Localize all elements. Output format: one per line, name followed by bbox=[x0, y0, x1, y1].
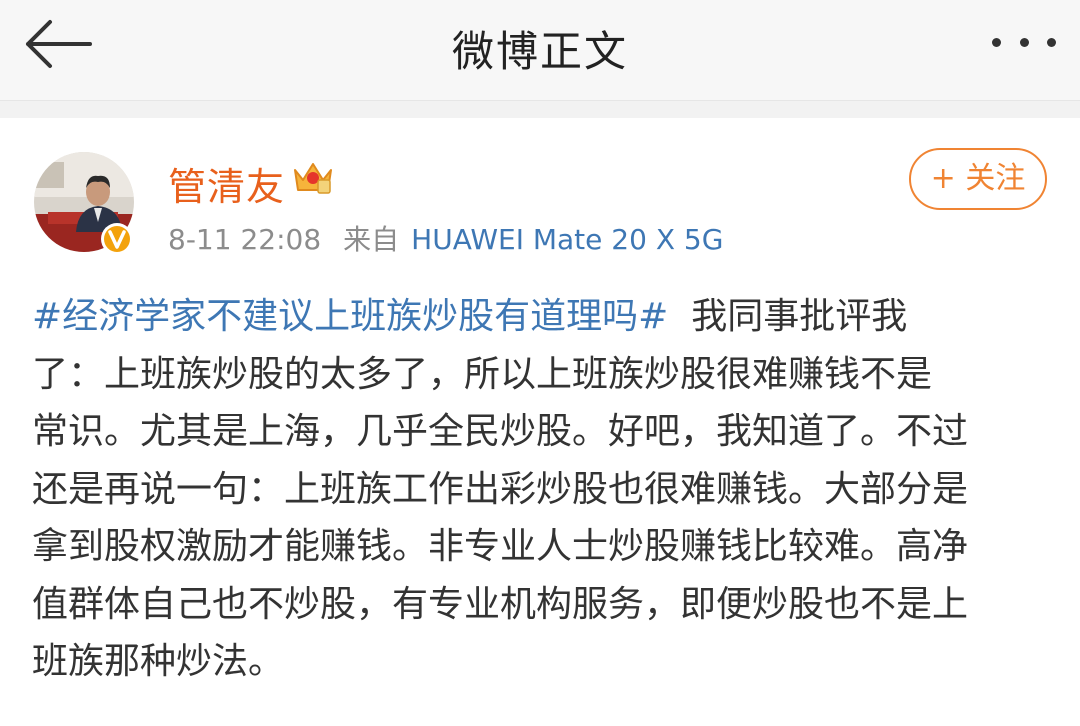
content-line: 班族那种炒法。 bbox=[32, 641, 285, 682]
content-line: #经济学家不建议上班族炒股有道理吗# 我同事批评我 bbox=[32, 288, 1052, 346]
content-line: 值群体自己也不炒股，有专业机构服务，即便炒股也不是上 bbox=[32, 583, 969, 625]
source-prefix: 来自 bbox=[343, 223, 400, 256]
post-content: #经济学家不建议上班族炒股有道理吗# 我同事批评我 了：上班族炒股的太多了，所以… bbox=[32, 288, 1052, 691]
follow-button[interactable]: + 关注 bbox=[909, 148, 1047, 210]
content-line: 常识。尤其是上海，几乎全民炒股。好吧，我知道了。不过 bbox=[32, 411, 969, 452]
content-line: 拿到股权激励才能赚钱。非专业人士炒股赚钱比较难。高净 bbox=[32, 526, 969, 567]
more-options-button[interactable] bbox=[992, 30, 1056, 54]
more-dots-icon bbox=[992, 37, 1001, 47]
content-line: 了：上班族炒股的太多了，所以上班族炒股很难赚钱不是 bbox=[32, 353, 933, 395]
crown-member-icon[interactable] bbox=[292, 160, 334, 196]
verified-v-icon bbox=[100, 222, 134, 256]
page-title: 微博正文 bbox=[451, 27, 628, 76]
source-device-link[interactable]: HUAWEI Mate 20 X 5G bbox=[411, 223, 723, 256]
weibo-post-card: 管清友 8-11 22:08 来自 HUAWEI Mate 20 X 5G + 关注… bbox=[0, 118, 1080, 726]
more-dot bbox=[1047, 37, 1056, 47]
more-dot bbox=[1019, 37, 1029, 47]
author-name[interactable]: 管清友 bbox=[168, 156, 285, 211]
hashtag-link[interactable]: #经济学家不建议上班族炒股有道理吗# bbox=[32, 296, 668, 337]
post-meta: 8-11 22:08 来自 HUAWEI Mate 20 X 5G bbox=[168, 218, 723, 258]
post-time: 8-11 22:08 bbox=[168, 223, 322, 256]
content-text: 我同事批评我 bbox=[668, 296, 908, 337]
content-line: 还是再说一句：上班族工作出彩炒股也很难赚钱。大部分是 bbox=[32, 468, 969, 510]
top-nav-bar: 微博正文 bbox=[0, 0, 1080, 101]
